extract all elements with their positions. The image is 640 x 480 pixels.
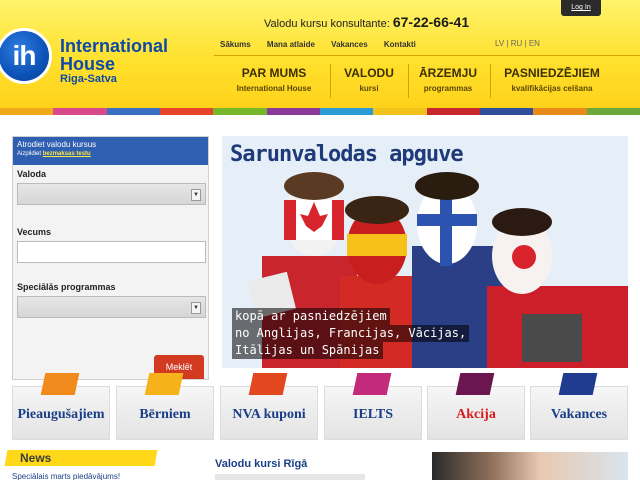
main-nav-courses-title: VALODU	[344, 66, 394, 80]
color-stripe-segment	[213, 108, 267, 115]
main-nav-teachers-subtitle: kvalifikācijas celšana	[511, 84, 593, 93]
color-stripe-segment	[533, 108, 587, 115]
top-nav: Sākums Mana atlaide Vakances Kontakti	[220, 40, 430, 49]
color-stripe-segment	[0, 108, 54, 115]
lang-lv[interactable]: LV	[495, 39, 504, 48]
nav-separator	[490, 64, 491, 98]
special-programs-select[interactable]: ▼	[17, 296, 206, 318]
tile-tab	[558, 373, 598, 395]
tile-label: Bērniem	[139, 407, 191, 422]
language-switcher: LV | RU | EN	[495, 39, 540, 48]
color-stripe-segment	[373, 108, 427, 115]
special-programs-label: Speciālās programmas	[17, 282, 116, 292]
search-panel-hint: Aizpildiet bezmaksas testu	[17, 151, 204, 157]
top-nav-my-discount[interactable]: Mana atlaide	[267, 40, 315, 49]
tile-label: NVA kuponi	[232, 407, 306, 422]
tile-tab	[248, 373, 288, 395]
banner-caption-line-2: no Anglijas, Francijas, Vācijas,	[232, 325, 470, 342]
dropdown-arrow-icon: ▼	[191, 189, 201, 201]
tile-label: Pieaugušajiem	[17, 407, 105, 422]
age-label: Vecums	[17, 227, 52, 237]
nav-separator	[408, 64, 409, 98]
logo-line-2: House	[60, 54, 116, 74]
tile-tab	[455, 373, 495, 395]
tile-label: Akcija	[456, 407, 496, 422]
header-divider	[214, 55, 640, 56]
banner-caption-line-1: kopā ar pasniedzējiem	[232, 308, 390, 325]
lang-en[interactable]: EN	[529, 39, 540, 48]
tile-promotion[interactable]: Akcija	[427, 373, 525, 440]
color-stripe-segment	[479, 108, 534, 115]
main-nav-about-title: PAR MUMS	[241, 66, 307, 80]
site-header: Log In Valodu kursu konsultante: 67-22-6…	[0, 0, 640, 108]
news-heading: News	[20, 451, 52, 465]
news-item-link[interactable]: Speciālais marts piedāvājums!	[12, 472, 120, 480]
main-nav-courses-subtitle: kursi	[359, 84, 379, 93]
color-stripe-segment	[266, 108, 320, 115]
search-panel-header: Atrodiet valodu kursus Aizpildiet bezmak…	[13, 137, 208, 165]
top-nav-contacts[interactable]: Kontakti	[384, 40, 416, 49]
tile-adults[interactable]: Pieaugušajiem	[12, 373, 110, 440]
lang-ru[interactable]: RU	[511, 39, 523, 48]
main-nav-courses[interactable]: VALODU kursi	[334, 66, 404, 102]
tile-label: IELTS	[353, 407, 393, 422]
consultant-phone-line: Valodu kursu konsultante: 67-22-66-41	[264, 14, 469, 30]
main-nav-about[interactable]: PAR MUMS International House	[222, 66, 326, 102]
consultant-phone[interactable]: 67-22-66-41	[393, 14, 469, 30]
tile-vacancies[interactable]: Vakances	[530, 373, 628, 440]
top-nav-vacancies[interactable]: Vakances	[331, 40, 367, 49]
promo-banner[interactable]: Sarunvalodas apguve kopā ar pasniedzējie…	[222, 136, 628, 368]
banner-caption-line-3: Itālijas un Spānijas	[232, 342, 383, 359]
course-search-panel: Atrodiet valodu kursus Aizpildiet bezmak…	[12, 136, 209, 380]
color-stripe-segment	[319, 108, 374, 115]
main-nav-teachers-title: PASNIEDZĒJIEM	[504, 66, 600, 80]
color-stripe-segment	[159, 108, 214, 115]
nav-separator	[330, 64, 331, 98]
language-select[interactable]: ▼	[17, 183, 206, 205]
logo-mark[interactable]: ih	[0, 28, 52, 84]
banner-title: Sarunvalodas apguve	[230, 142, 464, 167]
main-nav-teachers[interactable]: PASNIEDZĒJIEM kvalifikācijas celšana	[496, 66, 608, 102]
banner-caption: kopā ar pasniedzējiem no Anglijas, Franc…	[232, 308, 470, 359]
color-stripe-bar	[0, 108, 640, 115]
tile-nva-coupons[interactable]: NVA kuponi	[220, 373, 318, 440]
logo-line-1: International	[60, 36, 169, 56]
color-stripe-segment	[106, 108, 160, 115]
main-nav-abroad-subtitle: programmas	[423, 84, 473, 93]
language-label: Valoda	[17, 169, 47, 179]
main-nav-about-subtitle: International House	[236, 84, 312, 93]
tile-tab	[40, 373, 80, 395]
tile-label: Vakances	[550, 407, 608, 422]
color-stripe-segment	[53, 108, 107, 115]
search-panel-title: Atrodiet valodu kursus	[17, 140, 97, 149]
age-input[interactable]	[17, 241, 206, 263]
search-hint-text: Aizpildiet	[17, 151, 42, 157]
login-button[interactable]: Log In	[561, 0, 601, 16]
tile-children[interactable]: Bērniem	[116, 373, 214, 440]
courses-intro-placeholder	[215, 474, 365, 480]
tile-tab	[352, 373, 392, 395]
courses-heading: Valodu kursi Rīgā	[215, 458, 308, 470]
promo-photo-thumbnail[interactable]	[432, 452, 628, 480]
tile-ielts[interactable]: IELTS	[324, 373, 422, 440]
top-nav-home[interactable]: Sākums	[220, 40, 251, 49]
consultant-label: Valodu kursu konsultante:	[264, 18, 390, 30]
free-test-link[interactable]: bezmaksas testu	[43, 151, 91, 157]
dropdown-arrow-icon: ▼	[191, 302, 201, 314]
tile-tab	[144, 373, 184, 395]
logo-line-3: Riga-Satva	[60, 73, 117, 85]
color-stripe-segment	[586, 108, 640, 115]
color-stripe-segment	[426, 108, 480, 115]
logo-text[interactable]: International House Riga-Satva	[60, 37, 168, 85]
main-nav-abroad[interactable]: ĀRZEMJU programmas	[412, 66, 484, 102]
main-nav-abroad-title: ĀRZEMJU	[418, 66, 477, 80]
